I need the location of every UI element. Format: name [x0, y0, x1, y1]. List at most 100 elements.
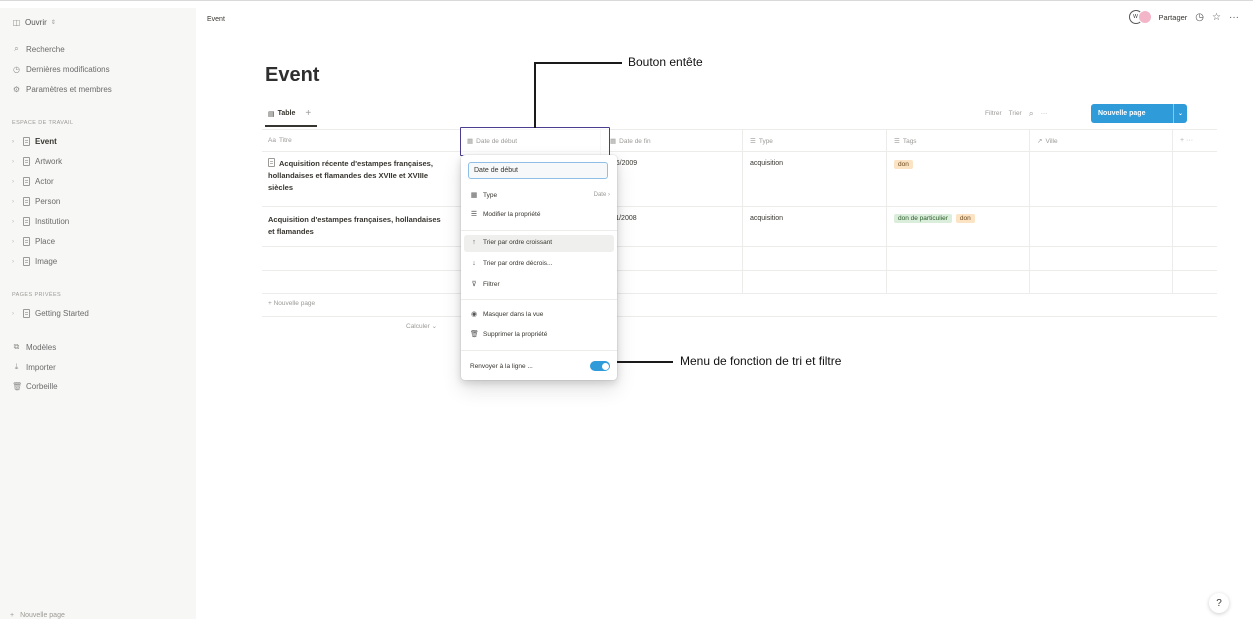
clock-icon: ◷: [13, 65, 20, 74]
chevron-right-icon[interactable]: ›: [12, 139, 18, 145]
new-page-button[interactable]: Nouvelle page ⌄: [1091, 104, 1187, 123]
page-icon: [23, 177, 30, 186]
column-header-start-date[interactable]: ▦ Date de début: [460, 127, 610, 156]
calculate-button[interactable]: Calculer ⌄: [406, 322, 437, 330]
table-border: [262, 293, 1217, 294]
add-column-icon[interactable]: + ···: [1180, 137, 1193, 144]
section-private: PAGES PRIVÉES: [12, 292, 62, 298]
chevron-right-icon[interactable]: ›: [12, 179, 18, 185]
gear-icon: ⚙: [12, 85, 21, 94]
workspace-switcher[interactable]: ◫ Ouvrir ⇕: [12, 18, 56, 27]
avatar: [1137, 10, 1152, 24]
sidebar-new-page[interactable]: + Nouvelle page: [10, 612, 65, 619]
sidebar-page-place[interactable]: › Place: [12, 237, 55, 246]
breadcrumb[interactable]: Event: [207, 16, 225, 23]
sidebar-page-image[interactable]: › Image: [12, 257, 57, 266]
sidebar-page-actor[interactable]: › Actor: [12, 177, 54, 186]
table-cell-tags[interactable]: don de particulier don: [894, 214, 979, 223]
table-cell-type[interactable]: acquisition: [750, 215, 783, 222]
menu-item-filter[interactable]: ⊽ Filtrer: [470, 280, 610, 289]
chevron-right-icon[interactable]: ›: [12, 311, 18, 317]
property-name-input[interactable]: Date de début: [468, 162, 608, 179]
tag-don: don: [955, 214, 975, 223]
chevron-right-icon[interactable]: ›: [12, 199, 18, 205]
add-view-icon[interactable]: +: [305, 108, 311, 119]
menu-separator: [461, 299, 617, 300]
sort-button[interactable]: Trier: [1009, 110, 1022, 117]
table-icon: ▤: [268, 110, 275, 118]
table-cell-tags[interactable]: don: [894, 160, 917, 169]
sidebar-search[interactable]: ⌕ Recherche: [12, 44, 64, 54]
column-header-type[interactable]: ☰ Type: [750, 137, 773, 146]
more-icon[interactable]: ···: [1041, 110, 1048, 117]
chevron-right-icon[interactable]: ›: [12, 259, 18, 265]
table-border: [1172, 129, 1173, 293]
trash-icon: 🗑: [12, 382, 23, 391]
chevron-right-icon[interactable]: ›: [12, 219, 18, 225]
menu-item-wrap[interactable]: Renvoyer à la ligne ...: [470, 361, 610, 371]
history-icon[interactable]: ◷: [1195, 12, 1204, 23]
chevron-down-icon[interactable]: ⌄: [1173, 104, 1187, 123]
chevron-down-icon: ⌄: [431, 323, 438, 330]
menu-item-hide[interactable]: ◉ Masquer dans la vue: [470, 310, 610, 319]
tag-don-de-particulier: don de particulier: [894, 214, 952, 223]
workspace-name: Ouvrir: [25, 18, 47, 27]
wrap-toggle[interactable]: [590, 361, 610, 371]
view-tabs: ▤ Table +: [268, 108, 311, 119]
table-border: [742, 129, 743, 293]
sidebar-page-event[interactable]: › Event: [12, 137, 57, 146]
list-icon: ☰: [894, 138, 900, 145]
column-header-tags[interactable]: ☰ Tags: [894, 137, 917, 146]
page-title[interactable]: Event: [265, 64, 319, 87]
new-row-button[interactable]: + Nouvelle page: [268, 300, 315, 307]
sidebar-settings[interactable]: ⚙ Paramètres et membres: [12, 85, 112, 94]
help-button[interactable]: ?: [1209, 593, 1229, 613]
chevron-right-icon[interactable]: ›: [12, 239, 18, 245]
column-header-title[interactable]: Aa Titre: [268, 137, 292, 144]
annotation-line: [534, 62, 622, 64]
sidebar-recent-updates[interactable]: ◷ Dernières modifications: [12, 65, 110, 74]
page-icon: [23, 157, 30, 166]
sidebar-page-institution[interactable]: › Institution: [12, 217, 69, 226]
chevron-right-icon[interactable]: ›: [12, 159, 18, 165]
sidebar-trash[interactable]: 🗑 Corbeille: [12, 382, 58, 391]
sidebar-templates[interactable]: ⧉ Modèles: [12, 342, 57, 352]
annotation-line: [617, 361, 673, 363]
section-workspace: ESPACE DE TRAVAIL: [12, 120, 74, 126]
table-border: [262, 151, 1217, 152]
import-icon: ⤓: [14, 362, 19, 371]
page-icon: [23, 197, 30, 206]
annotation-menu: Menu de fonction de tri et filtre: [680, 354, 842, 368]
menu-item-sort-descending[interactable]: ↓ Trier par ordre décrois...: [470, 260, 610, 267]
column-header-end-date[interactable]: ▦ Date de fin: [610, 137, 651, 146]
tag-don: don: [894, 160, 913, 169]
table-cell-type[interactable]: acquisition: [750, 160, 783, 167]
tab-table[interactable]: ▤ Table: [268, 110, 295, 118]
templates-icon: ⧉: [13, 342, 20, 351]
table-row-title[interactable]: Acquisition récente d'estampes française…: [268, 158, 448, 194]
table-border: [262, 129, 1217, 130]
sidebar-page-person[interactable]: › Person: [12, 197, 60, 206]
sidebar-page-artwork[interactable]: › Artwork: [12, 157, 62, 166]
filter-button[interactable]: Filtrer: [985, 110, 1002, 117]
menu-item-type[interactable]: ▦ Type Date ›: [470, 191, 610, 200]
column-header-city[interactable]: ↗ Ville: [1037, 137, 1058, 146]
table-border: [262, 246, 1217, 247]
search-icon[interactable]: ⌕: [1029, 108, 1034, 119]
share-button[interactable]: Partager: [1159, 13, 1188, 22]
arrow-down-icon: ↓: [472, 260, 476, 267]
arrow-relation-icon: ↗: [1037, 138, 1043, 145]
top-border: [0, 0, 1253, 1]
sidebar-import[interactable]: ⤓ Importer: [12, 362, 56, 372]
view-toolbar: Filtrer Trier ⌕ ···: [985, 108, 1047, 119]
table-border: [262, 270, 1217, 271]
more-icon[interactable]: ···: [1229, 12, 1239, 23]
menu-item-edit-property[interactable]: ☰ Modifier la propriété: [470, 210, 610, 219]
menu-item-sort-ascending[interactable]: ↑ Trier par ordre croissant: [470, 239, 610, 246]
table-row-title[interactable]: Acquisition d'estampes françaises, holla…: [268, 214, 448, 238]
avatar-group[interactable]: W: [1128, 10, 1152, 24]
star-icon[interactable]: ☆: [1212, 12, 1221, 23]
sidebar-page-getting-started[interactable]: › Getting Started: [12, 309, 89, 318]
list-icon: ☰: [750, 138, 756, 145]
menu-item-delete-property[interactable]: 🗑 Supprimer la propriété: [470, 330, 610, 339]
